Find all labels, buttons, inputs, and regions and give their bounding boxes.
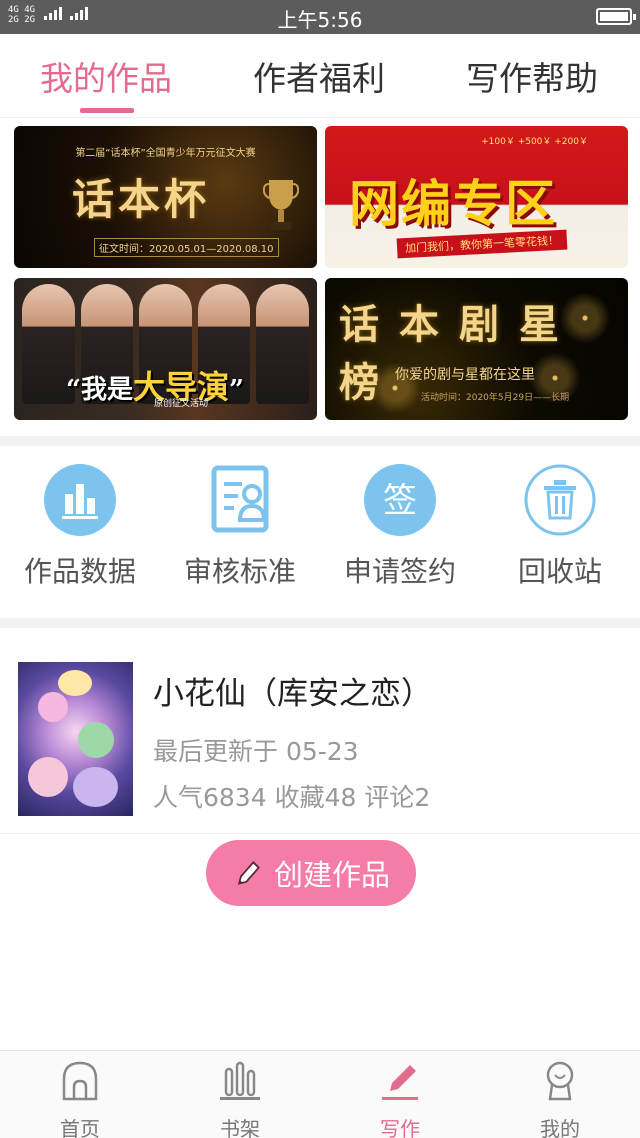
banner-huaben-cup[interactable]: 第二届“话本杯”全国青少年万元征文大赛 话本杯 征文时间：2020.05.01—… — [14, 126, 317, 268]
sign-contract-icon: 签 — [364, 464, 436, 536]
nav-label: 首页 — [60, 1117, 100, 1138]
banner-editor-zone[interactable]: +100￥ +500￥ +200￥ 网编专区 加门我们，教你第一笔零花钱！ — [325, 126, 628, 268]
nav-home[interactable]: 首页 — [0, 1059, 160, 1138]
trash-icon — [524, 464, 596, 536]
trophy-icon — [263, 180, 299, 230]
pen-icon — [382, 1065, 418, 1100]
pencil-icon — [237, 861, 260, 885]
bar-chart-icon — [44, 464, 116, 536]
action-work-data[interactable]: 作品数据 — [0, 464, 160, 590]
banner-director[interactable]: “我是大导演” 原创征文活动 — [14, 278, 317, 420]
active-tab-indicator — [80, 108, 134, 113]
create-work-button[interactable]: 创建作品 — [206, 840, 416, 906]
action-label: 回收站 — [517, 555, 602, 588]
work-cover-image — [18, 662, 133, 816]
banner-title: 网编专区 — [349, 174, 557, 233]
action-label: 审核标准 — [183, 555, 296, 588]
banner-subtitle: 原创征文活动 — [154, 399, 209, 409]
top-tabs: 我的作品 作者福利 写作帮助 — [0, 34, 640, 118]
sign-glyph: 签 — [383, 481, 417, 521]
bookshelf-icon — [220, 1061, 260, 1100]
battery-fill — [600, 12, 628, 21]
clock: 上午5:56 — [277, 8, 363, 32]
work-card[interactable]: 小花仙（库安之恋） 最后更新于 05-23 人气6834 收藏48 评论2 — [0, 628, 640, 834]
nav-bookshelf[interactable]: 书架 — [160, 1059, 320, 1138]
banner-subtitle: 你爱的剧与星都在这里 — [395, 367, 535, 383]
nav-profile[interactable]: 我的 — [480, 1059, 640, 1138]
banner-subtitle: 第二届“话本杯”全国青少年万元征文大赛 — [75, 148, 256, 159]
review-doc-icon — [204, 464, 276, 536]
section-divider — [0, 436, 640, 446]
work-updated: 最后更新于 05-23 — [153, 737, 359, 766]
quick-actions: 作品数据 审核标准 签 申请签约 回收站 — [0, 452, 640, 618]
banner-coins: +100￥ +500￥ +200￥ — [481, 137, 588, 147]
home-icon — [62, 1061, 98, 1101]
bottom-nav: 首页 书架 写作 我的 — [0, 1050, 640, 1138]
nav-label: 我的 — [540, 1117, 580, 1138]
nav-label: 书架 — [220, 1117, 260, 1138]
action-review-standard[interactable]: 审核标准 — [160, 464, 320, 590]
status-bar: 4G 4G 2G 2G 上午5:56 — [0, 0, 640, 34]
action-apply-contract[interactable]: 签 申请签约 — [320, 464, 480, 590]
writing-page: 4G 4G 2G 2G 上午5:56 我的作品 作者福利 写作帮助 第二届“话本… — [0, 0, 640, 1138]
action-label: 申请签约 — [343, 555, 456, 588]
banner-title-prefix: “我是 — [66, 375, 133, 405]
work-stats: 人气6834 收藏48 评论2 — [153, 783, 431, 812]
profile-icon — [546, 1061, 574, 1101]
banner-title: 话本杯 — [72, 175, 211, 224]
tab-writing-help[interactable]: 写作帮助 — [432, 52, 632, 100]
nav-write[interactable]: 写作 — [320, 1059, 480, 1138]
tab-my-works[interactable]: 我的作品 — [6, 52, 206, 100]
action-label: 作品数据 — [23, 555, 136, 588]
banner-title-suffix: ” — [228, 375, 244, 405]
banner-date: 活动时间：2020年5月29日——长期 — [421, 393, 570, 403]
tab-author-benefits[interactable]: 作者福利 — [219, 52, 419, 100]
action-recycle-bin[interactable]: 回收站 — [480, 464, 640, 590]
banner-drama-star[interactable]: 话本剧星榜 你爱的剧与星都在这里 活动时间：2020年5月29日——长期 — [325, 278, 628, 420]
create-work-label: 创建作品 — [273, 858, 390, 892]
battery-icon — [596, 8, 636, 25]
banner-date: 征文时间：2020.05.01—2020.08.10 — [94, 238, 279, 257]
nav-label: 写作 — [380, 1117, 420, 1138]
section-divider — [0, 618, 640, 628]
work-title: 小花仙（库安之恋） — [153, 676, 432, 712]
